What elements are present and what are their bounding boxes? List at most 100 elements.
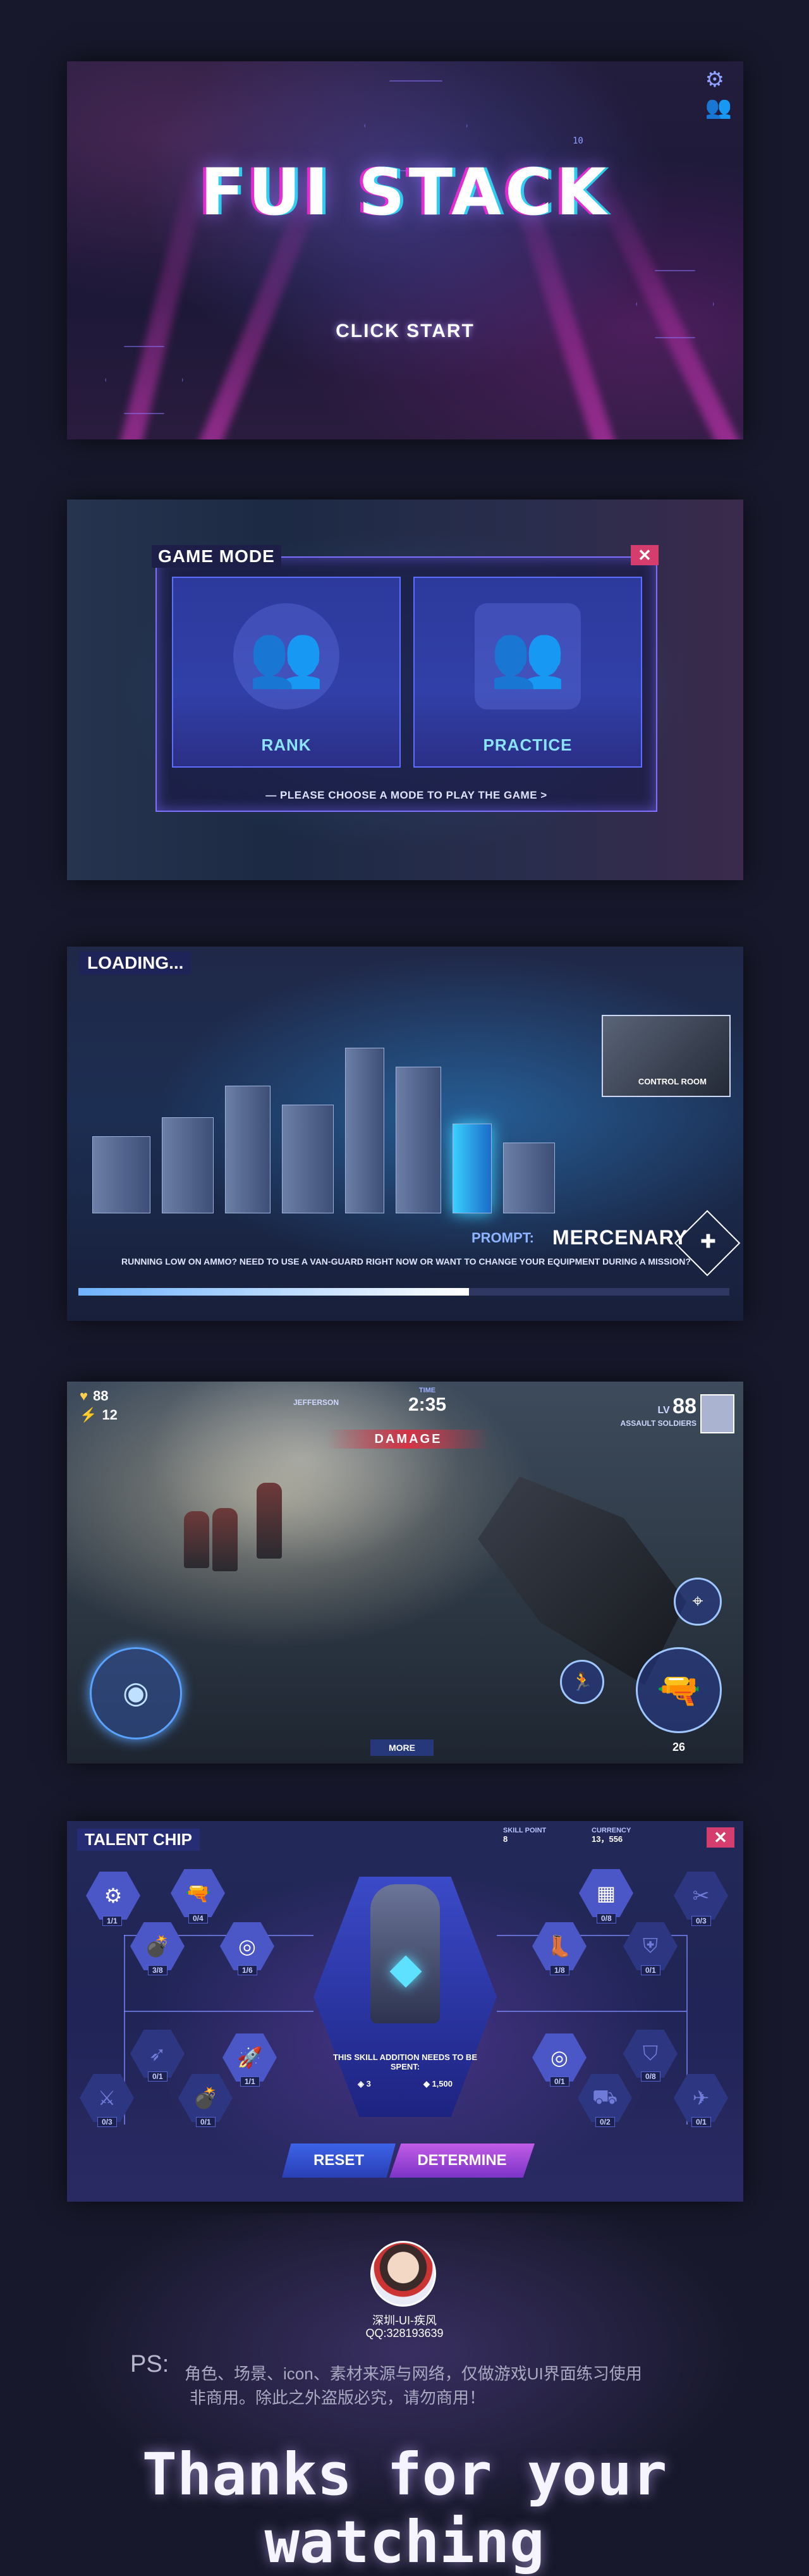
enemy-soldier	[212, 1508, 238, 1571]
talent-node[interactable]: ⛨	[623, 1922, 678, 1970]
talent-node[interactable]: 💣	[178, 2074, 233, 2122]
users-icon[interactable]: 👥	[705, 97, 732, 118]
loading-progress-fill	[78, 1288, 469, 1296]
energy-value: 12	[102, 1407, 118, 1423]
talent-node[interactable]: ◎	[220, 1922, 274, 1970]
currency-cost: ◆ 1,500	[423, 2079, 453, 2088]
avatar[interactable]	[700, 1394, 734, 1433]
chip-icon: ▦	[596, 1882, 616, 1904]
team-three-icon: 👥	[233, 603, 339, 709]
loading-tip: RUNNING LOW ON AMMO? NEED TO USE A VAN-G…	[121, 1256, 691, 1267]
node-count: 0/8	[641, 2071, 660, 2082]
close-button[interactable]: ✕	[631, 545, 659, 565]
location-label: JEFFERSON	[293, 1398, 339, 1407]
drone-icon: ✈	[692, 2087, 710, 2109]
node-count: 0/3	[691, 1916, 711, 1926]
game-mode-panel: GAME MODE ✕ 👥 RANK 👥 PRACTICE — PLEASE C…	[67, 500, 743, 880]
highlighted-building[interactable]	[453, 1124, 492, 1213]
building	[345, 1048, 384, 1213]
armor-icon: ⛨	[642, 1934, 658, 1957]
talent-node[interactable]: 💣	[130, 1922, 185, 1970]
currency-value: 13，556	[592, 1834, 623, 1844]
grenade-icon: 💣	[193, 2087, 218, 2109]
mode-card-practice[interactable]: 👥 PRACTICE	[413, 577, 642, 768]
role-label: ASSAULT SOLDIERS	[620, 1419, 696, 1428]
node-count: 0/1	[691, 2117, 711, 2127]
ps-note-line2: 非商用。除此之外盗版必究，请勿商用！	[190, 2388, 486, 2407]
currency-label: CURRENCY	[592, 1827, 631, 1834]
ps-label: PS:	[130, 2351, 169, 2377]
health-value: 88	[93, 1388, 109, 1404]
node-count: 1/6	[238, 1965, 257, 1975]
skill-point-label: SKILL POINT	[503, 1827, 547, 1834]
target-icon: ◎	[550, 2046, 568, 2069]
bullet-icon: ➶	[149, 2042, 166, 2065]
talent-node[interactable]: 🔫	[171, 1869, 225, 1917]
skill-point-value: 8	[503, 1834, 508, 1844]
talent-node[interactable]: ◎	[532, 2033, 587, 2082]
dialog-title: GAME MODE	[152, 545, 281, 568]
movement-joystick[interactable]: ◉	[90, 1647, 182, 1739]
mode-card-rank[interactable]: 👥 RANK	[172, 577, 401, 768]
lightning-icon: ⚡	[80, 1407, 97, 1423]
building	[92, 1136, 150, 1213]
talent-node[interactable]: 🚀	[222, 2033, 277, 2082]
aim-button[interactable]: ⌖	[674, 1578, 722, 1626]
mode-label: PRACTICE	[483, 735, 573, 754]
talent-node[interactable]: ⛟	[578, 2074, 632, 2122]
author-name: 深圳-UI-疾风	[372, 2314, 437, 2327]
talent-node[interactable]: ➶	[130, 2030, 185, 2078]
talent-node[interactable]: ▦	[579, 1869, 633, 1917]
talent-node[interactable]: 👢	[532, 1922, 587, 1970]
talent-node[interactable]: ✂	[674, 1872, 728, 1920]
loading-panel: LOADING... CONTROL ROOM PROMPT: MERCENAR…	[67, 947, 743, 1321]
click-start-button[interactable]: CLICK START	[67, 321, 743, 342]
crouch-button[interactable]: 🏃	[560, 1660, 604, 1704]
close-button[interactable]: ✕	[707, 1827, 734, 1848]
talent-node[interactable]: ✈	[674, 2074, 728, 2122]
more-button[interactable]: MORE	[370, 1739, 434, 1756]
control-room-label: CONTROL ROOM	[638, 1077, 707, 1086]
talent-node[interactable]: ⚙	[86, 1872, 140, 1920]
fire-button[interactable]: 🔫	[636, 1647, 722, 1733]
node-count: 1/1	[102, 1916, 122, 1926]
enemy-soldier	[257, 1483, 282, 1559]
node-count: 0/1	[148, 2071, 167, 2082]
node-count: 0/1	[641, 1965, 660, 1975]
number-tag: 10	[573, 136, 583, 146]
building	[396, 1067, 441, 1213]
player-level: LV 88 ASSAULT SOLDIERS	[621, 1394, 696, 1428]
determine-button[interactable]: DETERMINE	[389, 2144, 535, 2178]
mode-label: RANK	[261, 735, 312, 754]
timer-label: TIME	[418, 1387, 436, 1394]
spiral-icon: ◎	[238, 1935, 256, 1958]
missile-icon: 🚀	[237, 2046, 262, 2069]
node-count: 0/1	[196, 2117, 216, 2127]
prompt-value: MERCENARY	[552, 1226, 688, 1249]
gear-icon: ⚙	[104, 1884, 123, 1907]
thanks-banner: Thanks for your watching	[142, 2441, 667, 2576]
node-count: 1/8	[550, 1965, 569, 1975]
reset-button[interactable]: RESET	[282, 2144, 396, 2178]
node-count: 3/8	[148, 1965, 167, 1975]
skill-point-cost: ◈ 3	[358, 2079, 371, 2088]
node-count: 0/3	[97, 2117, 117, 2127]
grenade-icon: 💣	[145, 1935, 170, 1958]
author-contact: QQ:328193639	[365, 2327, 444, 2340]
energy-stat: ⚡ 12	[80, 1407, 118, 1423]
level-value: 88	[672, 1394, 696, 1418]
gear-icon[interactable]: ⚙	[705, 69, 732, 90]
cost-points-value: 3	[366, 2079, 371, 2088]
enemy-soldier	[184, 1511, 209, 1568]
building	[282, 1105, 334, 1213]
node-count: 1/1	[240, 2076, 260, 2087]
damage-banner: DAMAGE	[326, 1430, 490, 1449]
talent-node[interactable]: ⛉	[623, 2030, 678, 2078]
tools-icon: ✂	[692, 1884, 710, 1907]
connector-line	[497, 2011, 686, 2012]
shield-icon: ⛉	[642, 2042, 658, 2064]
talent-node[interactable]: ⚔	[80, 2074, 134, 2122]
panel-title: TALENT CHIP	[77, 1829, 200, 1851]
connector-line	[124, 2011, 313, 2012]
vehicle-icon: ⛟	[592, 2085, 618, 2108]
